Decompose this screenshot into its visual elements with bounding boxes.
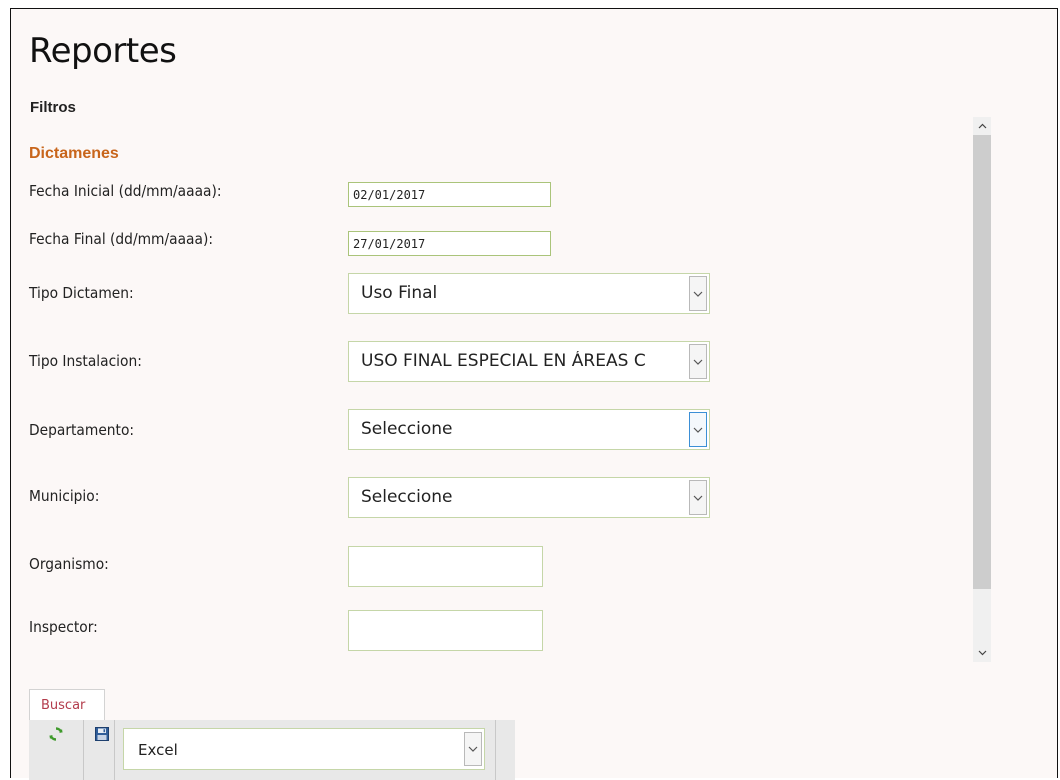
export-format-select[interactable]: Excel xyxy=(123,728,485,770)
departamento-label: Departamento: xyxy=(29,421,135,439)
section-title-dictamenes: Dictamenes xyxy=(29,145,119,162)
page-title: Reportes xyxy=(29,31,177,71)
chevron-down-icon[interactable] xyxy=(689,344,707,379)
report-toolbar: Excel xyxy=(29,720,515,780)
chevron-up-icon[interactable] xyxy=(973,117,991,135)
tab-buscar[interactable]: Buscar xyxy=(29,689,105,721)
tipo-instalacion-select[interactable]: USO FINAL ESPECIAL EN ÁREAS C xyxy=(348,341,710,382)
fecha-inicial-label: Fecha Inicial (dd/mm/aaaa): xyxy=(29,182,222,200)
toolbar-divider xyxy=(114,720,115,780)
municipio-select[interactable]: Seleccione xyxy=(348,477,710,518)
tipo-dictamen-select[interactable]: Uso Final xyxy=(348,273,710,314)
chevron-down-icon[interactable] xyxy=(689,480,707,515)
chevron-down-icon[interactable] xyxy=(973,644,991,662)
municipio-label: Municipio: xyxy=(29,487,100,505)
tab-buscar-label: Buscar xyxy=(41,698,86,713)
chevron-down-icon[interactable] xyxy=(689,276,707,311)
tipo-instalacion-value: USO FINAL ESPECIAL EN ÁREAS C xyxy=(361,351,646,371)
departamento-value: Seleccione xyxy=(361,419,453,439)
report-panel: Reportes Filtros Dictamenes Fecha Inicia… xyxy=(10,8,1058,780)
tipo-dictamen-value: Uso Final xyxy=(361,283,438,303)
tipo-dictamen-label: Tipo Dictamen: xyxy=(29,284,134,302)
municipio-value: Seleccione xyxy=(361,487,453,507)
organismo-label: Organismo: xyxy=(29,555,109,573)
departamento-select[interactable]: Seleccione xyxy=(348,409,710,450)
filters-scroll-area: Dictamenes Fecha Inicial (dd/mm/aaaa): 0… xyxy=(12,125,1002,670)
toolbar-divider xyxy=(495,720,496,780)
filters-heading: Filtros xyxy=(30,99,76,116)
chevron-down-icon[interactable] xyxy=(689,412,707,447)
inspector-input[interactable] xyxy=(348,610,543,651)
organismo-input[interactable] xyxy=(348,546,543,587)
fecha-final-input[interactable]: 27/01/2017 xyxy=(348,231,551,256)
fecha-final-label: Fecha Final (dd/mm/aaaa): xyxy=(29,230,213,248)
refresh-icon xyxy=(49,726,63,745)
fecha-inicial-input[interactable]: 02/01/2017 xyxy=(348,182,551,207)
vertical-scrollbar[interactable] xyxy=(973,117,991,662)
inspector-label: Inspector: xyxy=(29,618,98,636)
tipo-instalacion-label: Tipo Instalacion: xyxy=(29,352,142,370)
export-format-value: Excel xyxy=(138,741,178,759)
save-button[interactable] xyxy=(92,726,112,746)
scrollbar-thumb[interactable] xyxy=(973,135,991,589)
save-icon xyxy=(95,726,109,745)
chevron-down-icon[interactable] xyxy=(464,732,482,766)
refresh-button[interactable] xyxy=(46,726,66,746)
toolbar-divider xyxy=(83,720,84,780)
